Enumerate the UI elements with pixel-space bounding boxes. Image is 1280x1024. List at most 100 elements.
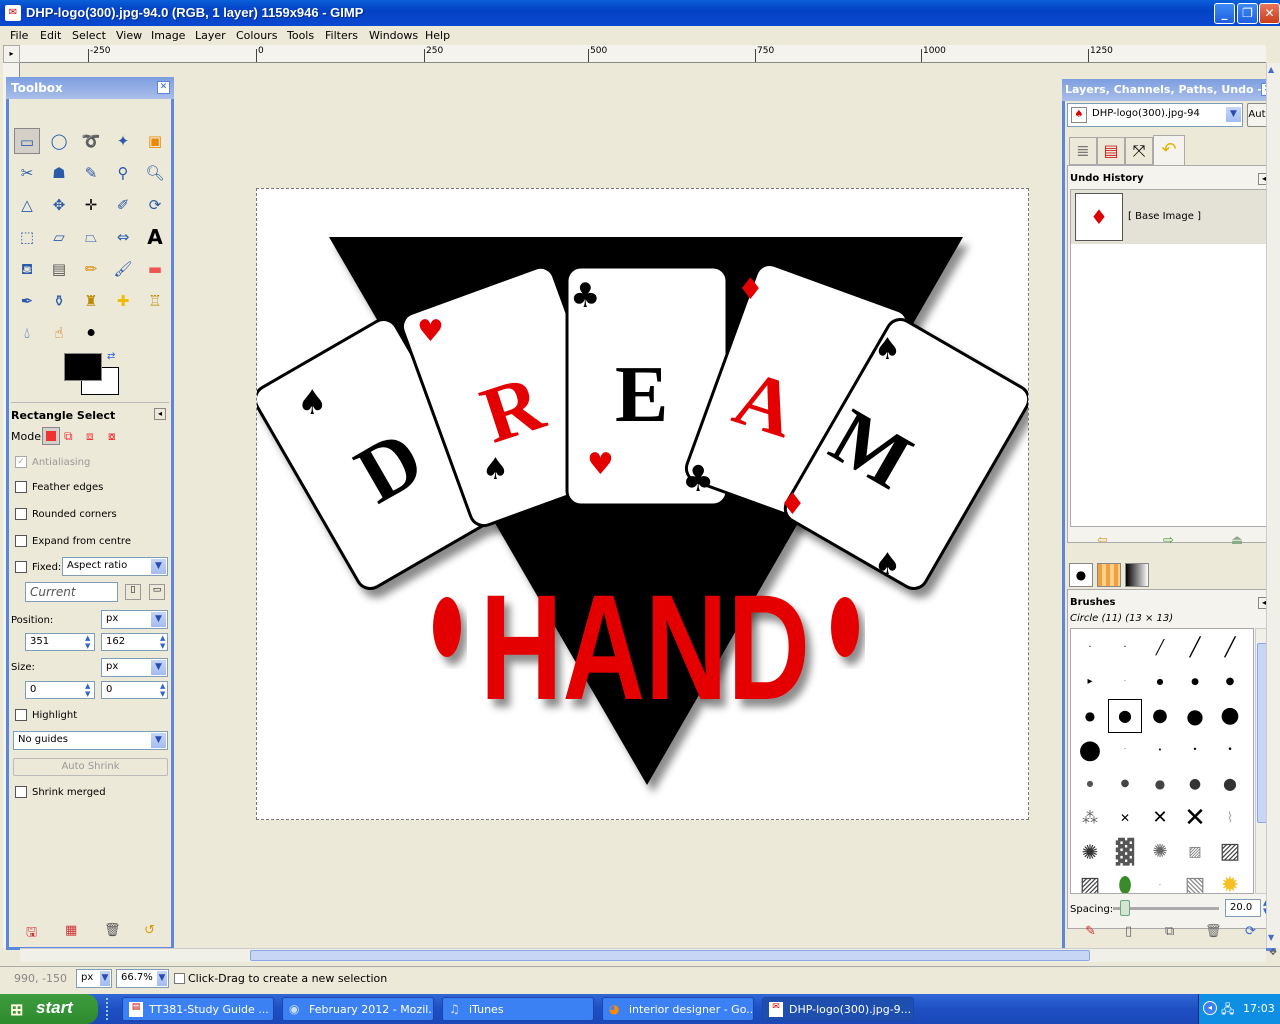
status-unit-dropdown[interactable]: px ▼ xyxy=(76,969,112,988)
tool-options-menu-icon[interactable]: ◂ xyxy=(154,408,166,420)
redo-icon[interactable]: ⇨ xyxy=(1163,533,1174,548)
tab-patterns[interactable] xyxy=(1097,563,1121,587)
brush-swatch[interactable]: ✺ xyxy=(1073,835,1107,869)
scale-icon[interactable]: ⬚ xyxy=(14,224,40,250)
brush-swatch[interactable]: ✕ xyxy=(1178,801,1212,835)
menu-filters[interactable]: Filters xyxy=(325,29,358,42)
tab-brushes[interactable]: ● xyxy=(1069,563,1093,587)
shrink-merged-checkbox[interactable] xyxy=(15,786,27,798)
brush-swatch[interactable]: · xyxy=(1108,665,1142,699)
ink-icon[interactable]: ⚱ xyxy=(46,288,72,314)
brush-swatch[interactable]: ● xyxy=(1213,767,1247,801)
blend-icon[interactable]: ▤ xyxy=(46,256,72,282)
minimize-button[interactable]: _ xyxy=(1214,3,1235,24)
image-canvas[interactable]: ♠ ♠ ♥ ♥ ♣ ♣ ♦ ♦ ♠ ♠ D R E A M HAND xyxy=(253,188,1031,820)
brush-swatch[interactable]: ✺ xyxy=(1143,835,1177,869)
brush-swatch[interactable]: ⁂ xyxy=(1073,801,1107,835)
clone-icon[interactable]: ♜ xyxy=(78,288,104,314)
mode-subtract-button[interactable]: ⧈ xyxy=(86,429,100,443)
guides-dropdown[interactable]: No guides ▼ xyxy=(13,731,168,750)
brush-swatch[interactable]: ╱ xyxy=(1178,631,1212,665)
color-select-icon[interactable]: ▣ xyxy=(142,128,168,154)
image-select-dropdown[interactable]: ♠ DHP-logo(300).jpg-94 ▼ xyxy=(1067,103,1243,127)
save-options-icon[interactable]: 🖫︎ xyxy=(26,923,37,945)
brush-swatch[interactable]: • xyxy=(1178,733,1212,767)
task-study-guide[interactable]: ▤ TT381-Study Guide ... xyxy=(122,997,274,1021)
spacing-slider-handle[interactable] xyxy=(1120,900,1130,916)
text-icon[interactable]: A xyxy=(142,224,168,250)
position-x-spinner[interactable]: ▲ ▼ xyxy=(85,634,90,650)
ellipse-select-icon[interactable]: ◯ xyxy=(46,128,72,154)
fixed-checkbox[interactable] xyxy=(15,561,27,573)
airbrush-icon[interactable]: ✒ xyxy=(14,288,40,314)
measure-icon[interactable]: △ xyxy=(14,192,40,218)
task-firefox[interactable]: ◕ interior designer - Go... xyxy=(602,997,754,1021)
menu-view[interactable]: View xyxy=(116,29,142,42)
heal-icon[interactable]: ✚ xyxy=(110,288,136,314)
tab-gradients[interactable] xyxy=(1125,563,1149,587)
expand-from-centre-checkbox[interactable] xyxy=(15,535,27,547)
swap-colors-icon[interactable]: ⇄ xyxy=(107,351,115,362)
brush-swatch[interactable]: ● xyxy=(1143,665,1177,699)
brush-swatch[interactable]: ▨ xyxy=(1213,835,1247,869)
zoom-icon[interactable]: 🔍︎ xyxy=(142,160,168,186)
brush-swatch[interactable]: ▓ xyxy=(1108,835,1142,869)
new-brush-icon[interactable]: ▯ xyxy=(1125,924,1132,939)
align-icon[interactable]: ✛ xyxy=(78,192,104,218)
brush-swatch[interactable]: ▸ xyxy=(1073,665,1107,699)
tab-layers[interactable]: ≣ xyxy=(1069,137,1097,165)
smudge-icon[interactable]: ☝ xyxy=(46,320,72,346)
brush-swatch[interactable]: ● xyxy=(1213,665,1247,699)
flip-icon[interactable]: ⇔ xyxy=(110,224,136,250)
dodge-burn-icon[interactable]: ⚫ xyxy=(78,320,104,346)
shear-icon[interactable]: ▱ xyxy=(46,224,72,250)
highlight-checkbox[interactable] xyxy=(15,709,27,721)
brush-swatch[interactable]: · xyxy=(1143,869,1177,893)
brush-swatch[interactable]: ✕ xyxy=(1143,801,1177,835)
color-picker-icon[interactable]: ⚲ xyxy=(110,160,136,186)
brush-swatch[interactable]: ▨ xyxy=(1073,869,1107,893)
brush-grid[interactable]: · · ╱ ╱ ╱ ▸ · ● ● ● ● ● ● ● ● ● · • • • xyxy=(1070,628,1254,894)
reset-options-icon[interactable]: ↺ xyxy=(144,923,155,938)
menu-layer[interactable]: Layer xyxy=(195,29,226,42)
brush-swatch[interactable]: · xyxy=(1073,631,1107,665)
rounded-corners-checkbox[interactable] xyxy=(15,508,27,520)
portrait-icon[interactable]: ▯ xyxy=(125,584,141,600)
size-w-spinner[interactable]: ▲ ▼ xyxy=(85,682,90,698)
mode-intersect-button[interactable]: ⧇ xyxy=(108,429,122,443)
horizontal-scrollbar[interactable] xyxy=(20,948,1266,962)
mode-replace-button[interactable] xyxy=(42,427,60,445)
toolbox-close-button[interactable]: ✕ xyxy=(157,81,170,94)
brush-swatch[interactable]: · xyxy=(1108,631,1142,665)
size-h-input[interactable]: 0 xyxy=(101,681,168,699)
undo-icon[interactable]: ⇦ xyxy=(1097,533,1108,548)
task-gimp[interactable]: ✉ DHP-logo(300).jpg-9... xyxy=(762,997,914,1021)
brush-swatch[interactable]: ● xyxy=(1178,767,1212,801)
menu-windows[interactable]: Windows xyxy=(369,29,418,42)
fuzzy-select-icon[interactable]: ✦ xyxy=(110,128,136,154)
ruler-corner-button[interactable]: ▸ xyxy=(3,45,20,63)
current-field[interactable]: Current xyxy=(25,582,118,602)
brush-swatch[interactable]: ● xyxy=(1143,699,1177,733)
vertical-scrollbar[interactable]: ▲ ▼ xyxy=(1266,63,1280,948)
navigate-icon[interactable]: ✥ xyxy=(1266,948,1280,962)
feather-edges-checkbox[interactable] xyxy=(15,481,27,493)
restore-options-icon[interactable]: ▦ xyxy=(65,923,77,938)
clear-undo-icon[interactable]: ⏏ xyxy=(1231,533,1243,548)
foreground-select-icon[interactable]: ☗ xyxy=(46,160,72,186)
eraser-icon[interactable]: ▬ xyxy=(142,256,168,282)
brush-swatch[interactable]: ● xyxy=(1073,733,1107,767)
mode-add-button[interactable]: ⧉ xyxy=(64,429,78,443)
paintbrush-icon[interactable]: 🖌︎ xyxy=(110,256,136,282)
tab-undo[interactable]: ↶ xyxy=(1153,135,1185,165)
brush-swatch[interactable]: ● xyxy=(1178,699,1212,733)
perspective-icon[interactable]: ⏢ xyxy=(78,224,104,250)
brush-swatch[interactable]: ✕ xyxy=(1108,801,1142,835)
perspective-clone-icon[interactable]: ♖ xyxy=(142,288,168,314)
menu-edit[interactable]: Edit xyxy=(40,29,61,42)
start-button[interactable]: ⊞ start xyxy=(0,994,98,1024)
tab-paths[interactable]: ⤧ xyxy=(1125,137,1153,165)
scissors-icon[interactable]: ✂ xyxy=(14,160,40,186)
position-unit-dropdown[interactable]: px ▼ xyxy=(101,610,168,629)
brush-swatch[interactable]: • xyxy=(1213,733,1247,767)
